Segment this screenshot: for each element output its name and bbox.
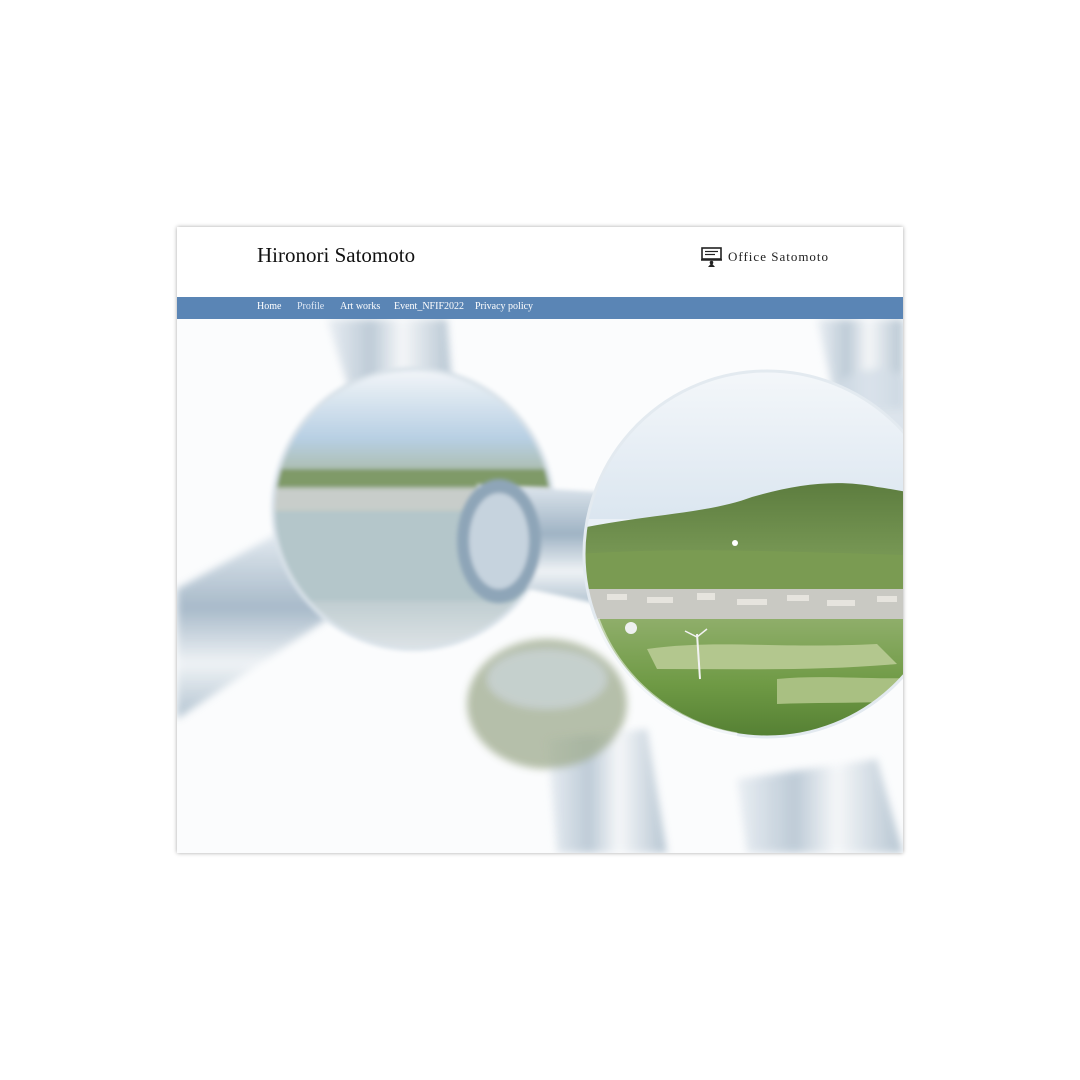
glass-sphere-sculpture-image xyxy=(177,319,903,853)
hero-image xyxy=(177,319,903,853)
presentation-board-icon xyxy=(701,246,722,267)
site-header: Hironori Satomoto Office Satomoto xyxy=(177,227,903,297)
nav-item-privacy-policy[interactable]: Privacy policy xyxy=(475,301,533,312)
main-nav: Home Profile Art works Event_NFIF2022 Pr… xyxy=(177,297,903,319)
nav-item-event-nfif2022[interactable]: Event_NFIF2022 xyxy=(394,301,464,312)
office-name: Office Satomoto xyxy=(728,248,830,264)
nav-item-home[interactable]: Home xyxy=(257,301,281,312)
nav-item-art-works[interactable]: Art works xyxy=(340,301,380,312)
site-title[interactable]: Hironori Satomoto xyxy=(257,243,415,268)
page-frame: Hironori Satomoto Office Satomoto Home P… xyxy=(177,227,903,853)
office-logo[interactable]: Office Satomoto xyxy=(701,246,829,267)
nav-item-profile[interactable]: Profile xyxy=(297,301,324,312)
